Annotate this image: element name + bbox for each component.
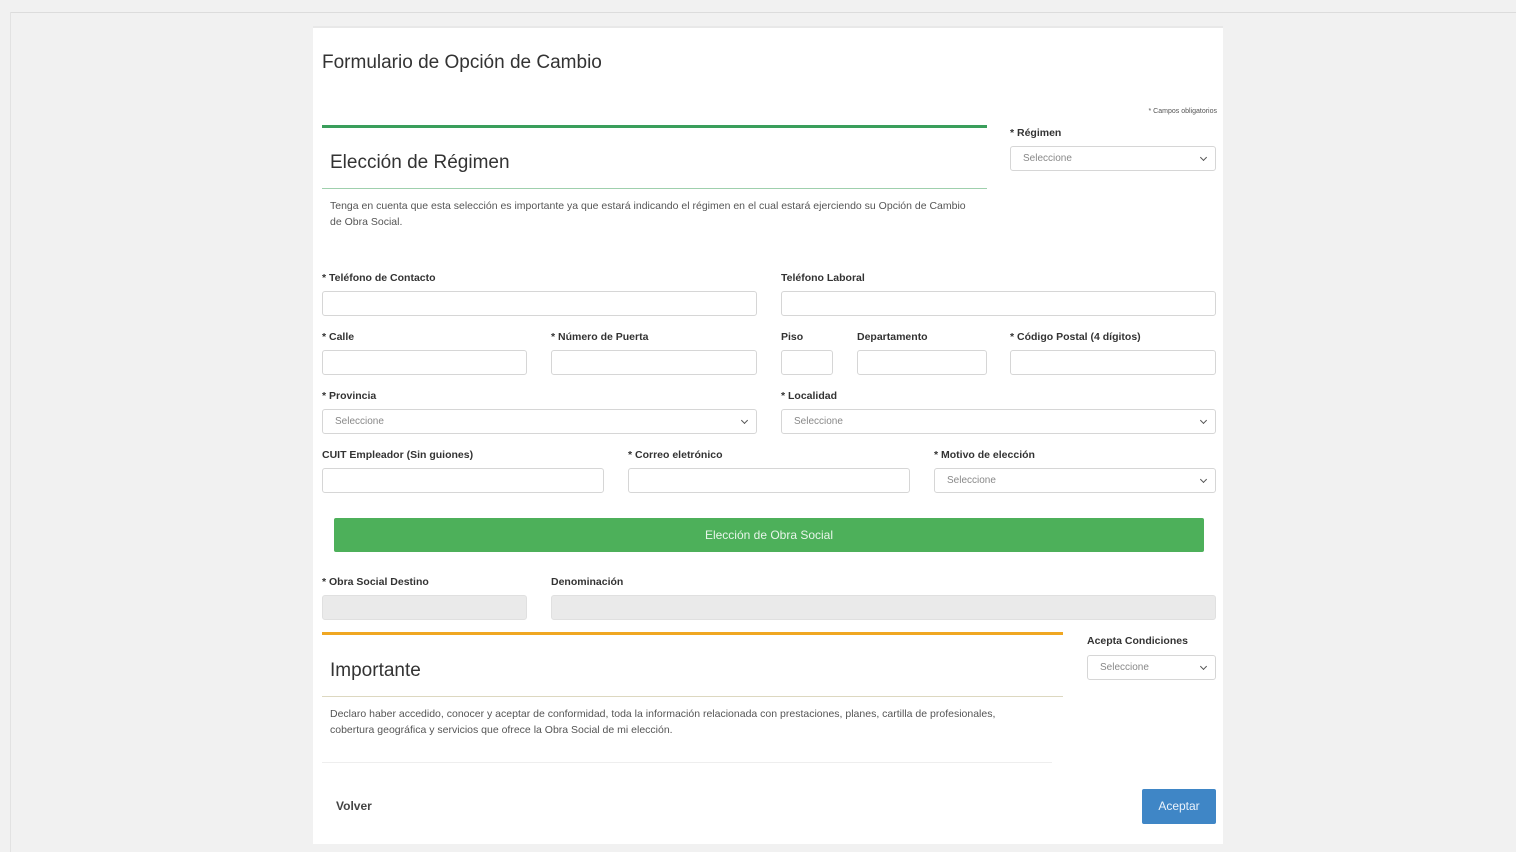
localidad-label: * Localidad	[781, 390, 838, 402]
localidad-select-value: Seleccione	[794, 416, 843, 427]
regimen-select-value: Seleccione	[1023, 153, 1072, 164]
numero-puerta-label: * Número de Puerta	[551, 331, 649, 343]
top-border	[10, 12, 1516, 13]
localidad-select[interactable]: Seleccione	[781, 409, 1216, 434]
regimen-description: Tenga en cuenta que esta selección es im…	[330, 200, 966, 228]
denominacion-input	[551, 595, 1216, 620]
regimen-section-heading: Elección de Régimen	[330, 152, 510, 173]
telefono-laboral-label: Teléfono Laboral	[781, 272, 865, 284]
acepta-condiciones-value: Seleccione	[1100, 662, 1149, 673]
telefono-contacto-input[interactable]	[322, 291, 757, 316]
chevron-down-icon	[1199, 475, 1208, 484]
cuit-input[interactable]	[322, 468, 604, 493]
piso-input[interactable]	[781, 350, 833, 375]
chevron-down-icon	[1199, 153, 1208, 162]
telefono-laboral-input[interactable]	[781, 291, 1216, 316]
accept-button[interactable]: Aceptar	[1142, 789, 1216, 824]
left-border	[10, 12, 11, 852]
cuit-label: CUIT Empleador (Sin guiones)	[322, 449, 474, 461]
regimen-select[interactable]: Seleccione	[1010, 146, 1216, 171]
correo-label: * Correo eletrónico	[628, 449, 723, 461]
section-top-rule	[322, 125, 987, 128]
acepta-condiciones-select[interactable]: Seleccione	[1087, 655, 1216, 680]
motivo-label: * Motivo de elección	[934, 449, 1035, 461]
denominacion-label: Denominación	[551, 576, 624, 588]
importante-heading: Importante	[330, 660, 421, 681]
importante-bottom-rule	[322, 696, 1063, 697]
footer-divider	[322, 762, 1052, 763]
chevron-down-icon	[1199, 662, 1208, 671]
page-title: Formulario de Opción de Cambio	[322, 52, 602, 73]
piso-label: Piso	[781, 331, 804, 343]
importante-top-rule	[322, 632, 1063, 635]
provincia-select-value: Seleccione	[335, 416, 384, 427]
codigo-postal-label: * Código Postal (4 dígitos)	[1010, 331, 1141, 343]
chevron-down-icon	[1199, 416, 1208, 425]
departamento-label: Departamento	[857, 331, 928, 343]
form-card: Formulario de Opción de Cambio * Campos …	[313, 26, 1223, 844]
motivo-select[interactable]: Seleccione	[934, 468, 1216, 493]
regimen-label: * Régimen	[1010, 127, 1062, 139]
eleccion-obra-social-button[interactable]: Elección de Obra Social	[334, 518, 1204, 552]
acepta-condiciones-label: Acepta Condiciones	[1087, 635, 1188, 647]
section-bottom-rule	[322, 188, 987, 189]
importante-text: Declaro haber accedido, conocer y acepta…	[330, 708, 996, 736]
obra-social-destino-label: * Obra Social Destino	[322, 576, 429, 588]
provincia-select[interactable]: Seleccione	[322, 409, 757, 434]
calle-label: * Calle	[322, 331, 355, 343]
calle-input[interactable]	[322, 350, 527, 375]
back-link[interactable]: Volver	[336, 799, 372, 813]
provincia-label: * Provincia	[322, 390, 377, 402]
numero-puerta-input[interactable]	[551, 350, 757, 375]
telefono-contacto-label: * Teléfono de Contacto	[322, 272, 436, 284]
correo-input[interactable]	[628, 468, 910, 493]
codigo-postal-input[interactable]	[1010, 350, 1216, 375]
departamento-input[interactable]	[857, 350, 987, 375]
chevron-down-icon	[740, 416, 749, 425]
obra-social-destino-input	[322, 595, 527, 620]
required-fields-note: * Campos obligatorios	[1148, 108, 1217, 115]
motivo-select-value: Seleccione	[947, 475, 996, 486]
